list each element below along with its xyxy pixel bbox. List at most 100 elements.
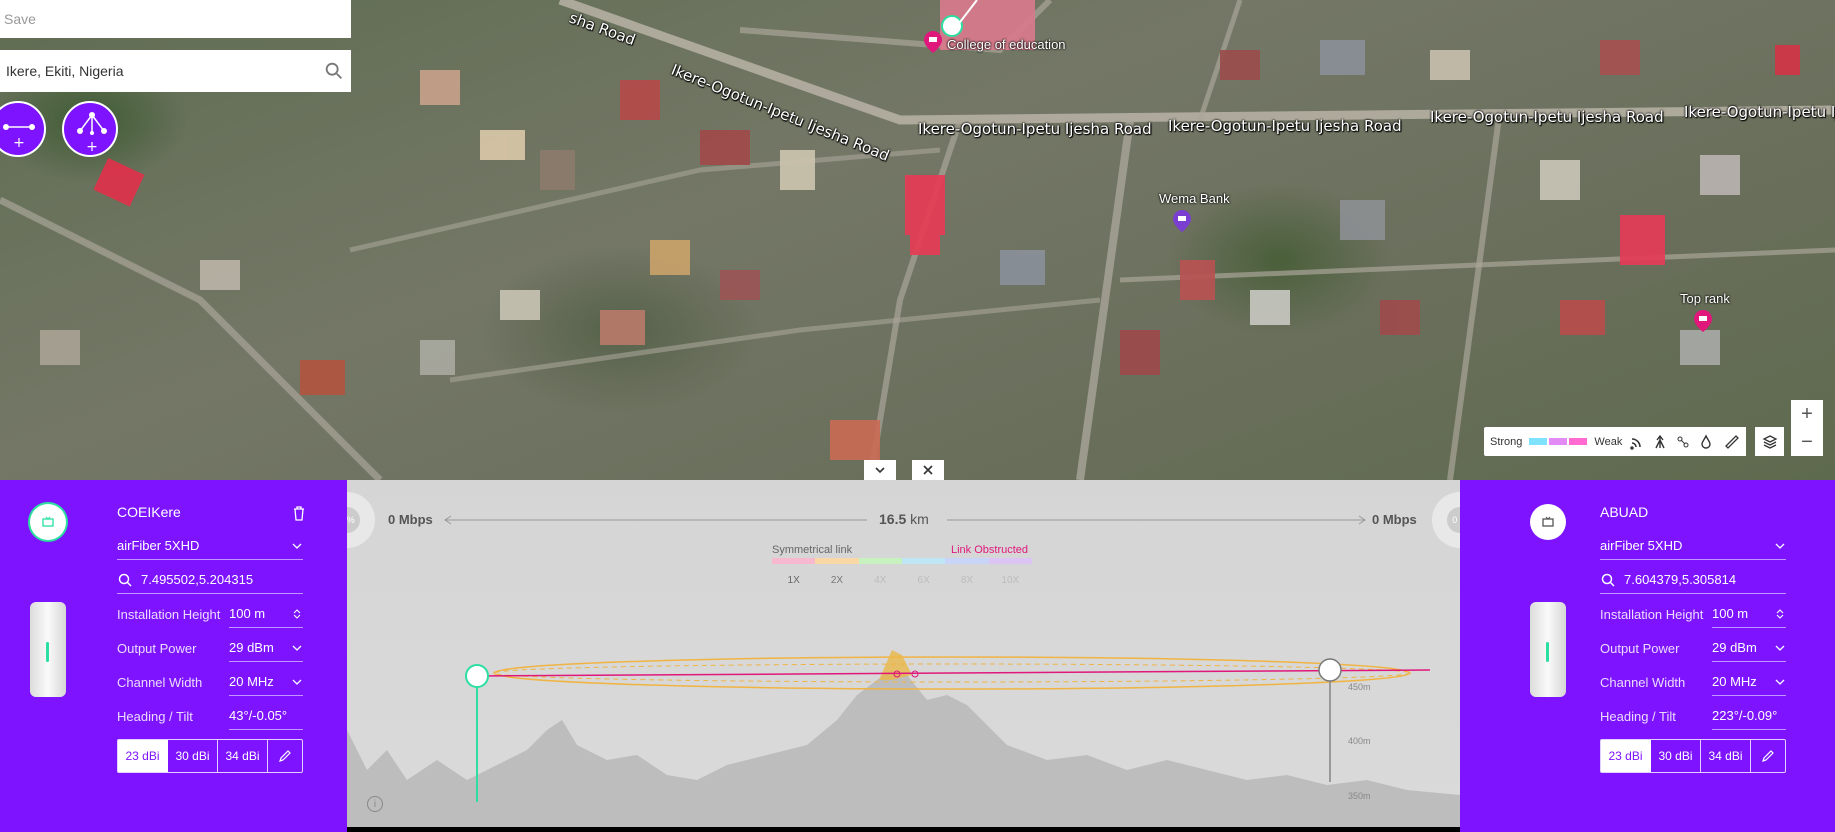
model-select[interactable]: airFiber 5XHD: [1600, 532, 1786, 560]
poi-label-college[interactable]: College of education: [947, 37, 1066, 52]
heading-tilt-input[interactable]: 223°/-0.09°: [1712, 702, 1786, 730]
antenna-23-button[interactable]: 23 dBi: [118, 740, 168, 772]
altitude-label: 450m: [1348, 682, 1371, 692]
coords-value: 7.495502,5.204315: [141, 572, 254, 587]
zoom-in-button[interactable]: +: [1791, 400, 1823, 428]
signal-coverage-icon[interactable]: [1629, 434, 1645, 450]
left-device-badge[interactable]: [30, 504, 66, 540]
signal-legend: Strong Weak: [1484, 427, 1721, 456]
svg-text:+: +: [86, 139, 98, 155]
model-select[interactable]: airFiber 5XHD: [117, 532, 303, 560]
info-icon[interactable]: i: [367, 796, 383, 812]
terrain-profile-chart: [347, 650, 1460, 827]
left-endpoint-marker: [465, 664, 489, 688]
right-endpoint-marker: [1318, 658, 1342, 682]
left-device-panel: COEIKere airFiber 5XHD 7.495502,5.204315…: [0, 480, 347, 832]
device-image: [1530, 602, 1566, 697]
chevron-down-icon: [875, 467, 885, 474]
search-icon[interactable]: [323, 60, 345, 82]
road-label: Ikere-Ogotun-Ipetu Ijesha Road: [1168, 117, 1402, 135]
right-device-badge[interactable]: [1530, 504, 1566, 540]
poi-pin-icon[interactable]: [1694, 310, 1712, 332]
channel-width-value: 20 MHz: [229, 674, 274, 689]
right-device-panel: ABUAD airFiber 5XHD 7.604379,5.305814 In…: [1460, 480, 1835, 832]
close-panel-button[interactable]: [912, 460, 944, 480]
road-label: Ikere-Ogotun-Ipetu Ijesha Road: [1430, 108, 1664, 126]
antenna-30-button[interactable]: 30 dBi: [168, 740, 218, 772]
add-ptp-link-button[interactable]: +: [0, 101, 46, 157]
stepper-icon[interactable]: [1774, 608, 1786, 620]
svg-text:+: +: [13, 135, 25, 151]
terrain-peak: [879, 650, 912, 680]
search-icon: [118, 573, 132, 587]
channel-width-label: Channel Width: [117, 674, 203, 690]
install-height-label: Installation Height: [1600, 606, 1704, 622]
layers-icon: [1762, 434, 1777, 449]
chevron-down-icon: [292, 679, 302, 685]
trash-icon[interactable]: [292, 505, 306, 521]
edit-antenna-button[interactable]: [1751, 740, 1785, 772]
chevron-down-icon: [1775, 645, 1785, 651]
legend-swatch: [1569, 438, 1588, 445]
poi-pin-icon[interactable]: [924, 31, 942, 53]
save-input[interactable]: Save: [0, 0, 351, 38]
water-drop-icon[interactable]: [1698, 433, 1714, 450]
ruler-icon: [1724, 434, 1739, 449]
edit-antenna-button[interactable]: [268, 740, 302, 772]
antenna-23-button[interactable]: 23 dBi: [1601, 740, 1651, 772]
install-height-value: 100 m: [229, 606, 266, 621]
output-power-select[interactable]: 29 dBm: [1712, 634, 1786, 662]
legend-swatch: [1549, 438, 1568, 445]
antenna-30-button[interactable]: 30 dBi: [1651, 740, 1701, 772]
model-value: airFiber 5XHD: [117, 538, 200, 553]
coords-field[interactable]: 7.604379,5.305814: [1600, 566, 1786, 594]
ptmp-link-icon: +: [77, 112, 107, 155]
channel-width-select[interactable]: 20 MHz: [1712, 668, 1786, 696]
layers-button[interactable]: [1755, 427, 1784, 456]
install-height-input[interactable]: 100 m: [1712, 600, 1786, 628]
add-ptmp-link-button[interactable]: +: [62, 101, 118, 157]
channel-width-value: 20 MHz: [1712, 674, 1757, 689]
search-value: Ikere, Ekiti, Nigeria: [6, 63, 124, 79]
altitude-label: 350m: [1348, 791, 1371, 801]
fiber-icon[interactable]: [1675, 434, 1691, 450]
line-of-sight: [476, 669, 1431, 677]
model-value: airFiber 5XHD: [1600, 538, 1683, 553]
collapse-panel-button[interactable]: [864, 460, 896, 480]
chevron-down-icon: [292, 543, 302, 549]
channel-width-label: Channel Width: [1600, 674, 1686, 690]
stepper-icon[interactable]: [291, 608, 303, 620]
coords-field[interactable]: 7.495502,5.204315: [117, 566, 303, 594]
antenna-34-button[interactable]: 34 dBi: [218, 740, 268, 772]
install-height-value: 100 m: [1712, 606, 1749, 621]
antenna-selector: 23 dBi 30 dBi 34 dBi: [1600, 739, 1786, 773]
location-search[interactable]: Ikere, Ekiti, Nigeria: [0, 50, 351, 92]
poi-pin-icon[interactable]: [1173, 210, 1191, 232]
antenna-34-button[interactable]: 34 dBi: [1701, 740, 1751, 772]
device-name[interactable]: COEIKere: [117, 504, 181, 520]
legend-weak-label: Weak: [1594, 435, 1623, 448]
heading-tilt-input[interactable]: 43°/-0.05°: [229, 702, 303, 730]
altitude-label: 400m: [1348, 736, 1371, 746]
channel-width-select[interactable]: 20 MHz: [229, 668, 303, 696]
poi-label-toprank[interactable]: Top rank: [1680, 291, 1730, 306]
poi-label-bank[interactable]: Wema Bank: [1159, 191, 1230, 206]
chevron-down-icon: [1775, 679, 1785, 685]
output-power-value: 29 dBm: [1712, 640, 1757, 655]
chevron-down-icon: [1775, 543, 1785, 549]
measure-button[interactable]: [1717, 427, 1746, 456]
heading-tilt-value: 43°/-0.05°: [229, 708, 288, 723]
legend-strong-label: Strong: [1490, 435, 1523, 448]
road-label: Ikere-Ogotun-Ipetu Ijesha Road: [1684, 103, 1835, 121]
output-power-select[interactable]: 29 dBm: [229, 634, 303, 662]
tower-icon[interactable]: [1652, 434, 1668, 450]
output-power-value: 29 dBm: [229, 640, 274, 655]
legend-swatches: [1529, 438, 1588, 445]
pencil-icon: [279, 750, 291, 762]
output-power-label: Output Power: [1600, 640, 1680, 656]
heading-tilt-value: 223°/-0.09°: [1712, 708, 1778, 723]
install-height-input[interactable]: 100 m: [229, 600, 303, 628]
road-label: Ikere-Ogotun-Ipetu Ijesha Road: [918, 120, 1152, 138]
zoom-out-button[interactable]: −: [1791, 428, 1823, 456]
device-name[interactable]: ABUAD: [1600, 504, 1648, 520]
